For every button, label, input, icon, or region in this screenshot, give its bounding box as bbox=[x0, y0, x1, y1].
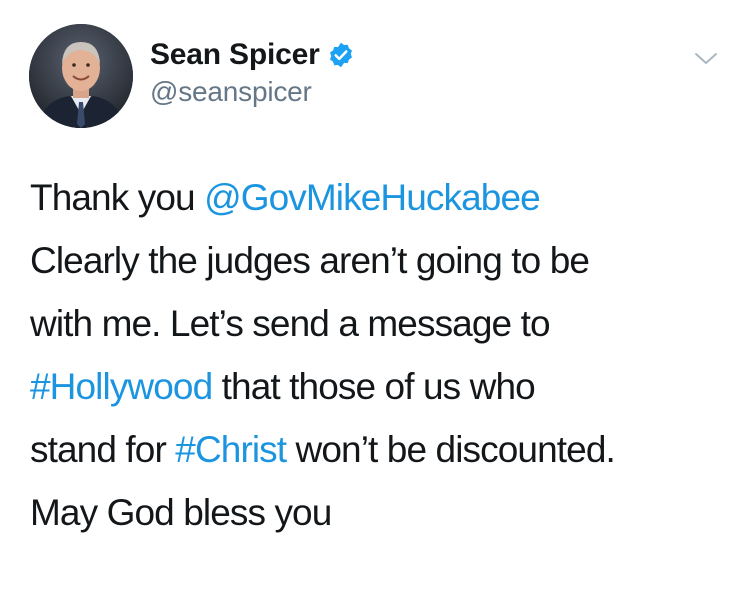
author-handle[interactable]: @seanspicer bbox=[150, 76, 355, 108]
avatar-image bbox=[29, 24, 133, 128]
tweet-header: Sean Spicer @seanspicer bbox=[150, 36, 355, 108]
tweet-text-segment: that those of us who bbox=[212, 366, 536, 407]
verified-badge-icon bbox=[327, 41, 355, 69]
tweet-text-segment: stand for bbox=[30, 429, 176, 470]
tweet-line: Clearly the judges aren’t going to be bbox=[30, 240, 590, 281]
hashtag-link[interactable]: #Christ bbox=[175, 429, 287, 470]
tweet-line: stand for #Christ won’t be discounted. bbox=[30, 418, 730, 481]
chevron-down-icon[interactable] bbox=[693, 50, 719, 68]
tweet-text-segment: Thank you bbox=[30, 177, 205, 218]
tweet-line: with me. Let’s send a message to bbox=[30, 303, 551, 344]
tweet-card: Sean Spicer @seanspicer Thank you @GovMi… bbox=[0, 0, 738, 592]
mention-link[interactable]: @GovMikeHuckabee bbox=[204, 177, 541, 218]
tweet-body: Thank you @GovMikeHuckabee Clearly the j… bbox=[30, 166, 730, 544]
author-display-name[interactable]: Sean Spicer bbox=[150, 38, 320, 72]
tweet-text-segment: won’t be discounted. bbox=[286, 429, 616, 470]
tweet-line: Thank you @GovMikeHuckabee bbox=[30, 166, 730, 229]
name-row: Sean Spicer bbox=[150, 36, 355, 74]
tweet-line: #Hollywood that those of us who bbox=[30, 355, 730, 418]
avatar[interactable] bbox=[29, 24, 133, 128]
hashtag-link[interactable]: #Hollywood bbox=[30, 366, 213, 407]
tweet-line: May God bless you bbox=[30, 492, 332, 533]
